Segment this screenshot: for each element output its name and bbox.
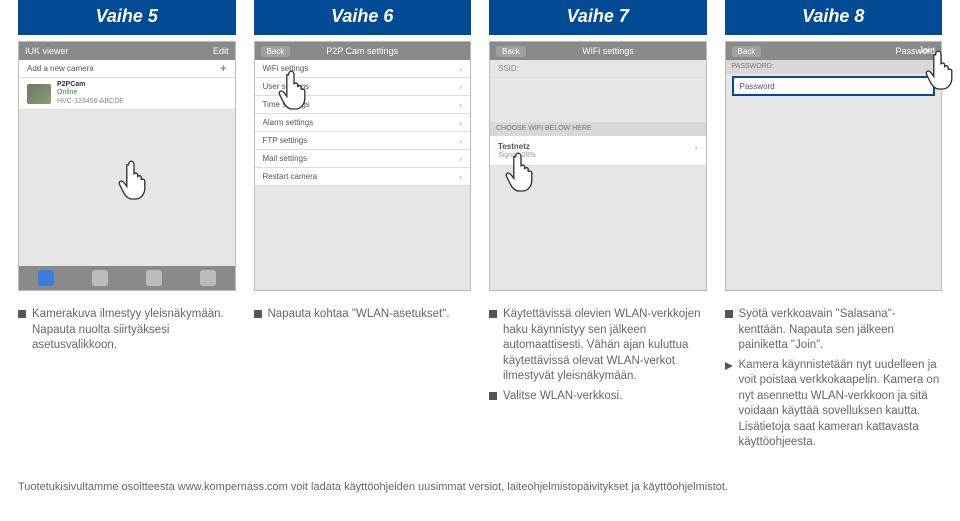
- app-title: IUK viewer: [25, 46, 69, 56]
- chevron-right-icon: ›: [459, 154, 462, 164]
- nav-icon-1[interactable]: [38, 270, 54, 286]
- settings-row-restart[interactable]: Restart camera ›: [255, 168, 471, 186]
- wifi-section-label: CHOOSE WIFI BELOW HERE: [490, 122, 706, 136]
- settings-label: Mail settings: [263, 154, 307, 163]
- bullet-square-icon: [254, 310, 262, 318]
- bullet-text: Syötä verkkoavain "Salasana"-kenttään. N…: [739, 307, 943, 354]
- settings-row-alarm[interactable]: Alarm settings ›: [255, 114, 471, 132]
- wifi-signal: Signal:-28%: [498, 152, 536, 159]
- settings-label: Alarm settings: [263, 118, 314, 127]
- bullet-triangle-icon: [725, 362, 733, 370]
- ssid-row: SSID:: [490, 60, 706, 78]
- wifi-network-name: Testnetz: [498, 142, 530, 152]
- bullet-square-icon: [489, 392, 497, 400]
- chevron-right-icon: ›: [459, 118, 462, 128]
- back-button[interactable]: Back: [732, 46, 762, 57]
- password-placeholder: Password: [740, 82, 775, 91]
- ssid-label: SSID:: [498, 64, 519, 73]
- bullet-text: Kamera käynnistetään nyt uudelleen ja vo…: [739, 358, 943, 451]
- chevron-right-icon: ›: [459, 172, 462, 182]
- step-8-header: Vaihe 8: [725, 0, 943, 35]
- back-button[interactable]: Back: [496, 46, 526, 57]
- password-section-label: PASSWORD:: [726, 60, 942, 74]
- screen-step5: IUK viewer Edit Add a new camera + P2PCa…: [18, 41, 236, 291]
- password-field[interactable]: Password: [732, 76, 936, 96]
- chevron-right-icon: ›: [695, 142, 698, 152]
- bullet-square-icon: [489, 310, 497, 318]
- settings-label: Time settings: [263, 100, 310, 109]
- bullet-text: Napauta kohtaa "WLAN-asetukset".: [268, 307, 450, 323]
- refresh-icon[interactable]: ↻: [690, 45, 699, 58]
- bullet-text: Valitse WLAN-verkkosi.: [503, 389, 622, 405]
- chevron-right-icon: ›: [459, 82, 462, 92]
- bullet-square-icon: [18, 310, 26, 318]
- plus-icon: +: [220, 63, 226, 75]
- screen-title: P2P Cam settings: [326, 46, 398, 56]
- bullet-square-icon: [725, 310, 733, 318]
- add-camera-row[interactable]: Add a new camera +: [19, 60, 235, 78]
- bullet-text: Käytettävissä olevien WLAN-verkkojen hak…: [503, 307, 707, 385]
- edit-button[interactable]: Edit: [213, 46, 229, 56]
- settings-label: Restart camera: [263, 172, 318, 181]
- step-7-header: Vaihe 7: [489, 0, 707, 35]
- screen-title: WiFi settings: [582, 46, 634, 56]
- chevron-right-icon: ›: [459, 64, 462, 74]
- nav-icon-2[interactable]: [92, 270, 108, 286]
- back-button[interactable]: Back: [261, 46, 291, 57]
- chevron-right-icon: ›: [459, 100, 462, 110]
- settings-label: FTP settings: [263, 136, 308, 145]
- join-button[interactable]: Join: [918, 45, 935, 55]
- footer-text: Tuotetukisivultamme osoitteesta www.komp…: [18, 481, 942, 493]
- nav-icon-4[interactable]: [200, 270, 216, 286]
- camera-id: HVC-123456-ABCDE: [57, 98, 124, 106]
- step-6-header: Vaihe 6: [254, 0, 472, 35]
- settings-label: User settings: [263, 82, 310, 91]
- screen-step7: Back WiFi settings ↻ SSID: CHOOSE WIFI B…: [489, 41, 707, 291]
- camera-thumbnail: [27, 84, 51, 104]
- settings-row-wifi[interactable]: WiFi settings ›: [255, 60, 471, 78]
- camera-status: Online: [57, 89, 124, 97]
- screen-step6: Back P2P Cam settings WiFi settings › Use…: [254, 41, 472, 291]
- bullet-text: Kamerakuva ilmestyy yleisnäkymään. Napau…: [32, 307, 236, 354]
- add-camera-label: Add a new camera: [27, 64, 94, 73]
- settings-row-mail[interactable]: Mail settings ›: [255, 150, 471, 168]
- settings-row-user[interactable]: User settings ›: [255, 78, 471, 96]
- wifi-network-row[interactable]: Testnetz › Signal:-28%: [490, 136, 706, 166]
- settings-row-time[interactable]: Time settings ›: [255, 96, 471, 114]
- step-5-header: Vaihe 5: [18, 0, 236, 35]
- bottom-nav: [19, 266, 235, 290]
- settings-row-ftp[interactable]: FTP settings ›: [255, 132, 471, 150]
- screen-step8: Back Password Join PASSWORD: Password: [725, 41, 943, 291]
- settings-label: WiFi settings: [263, 64, 309, 73]
- camera-entry[interactable]: P2PCam Online HVC-123456-ABCDE: [19, 78, 235, 110]
- camera-name: P2PCam: [57, 81, 124, 89]
- nav-icon-3[interactable]: [146, 270, 162, 286]
- chevron-right-icon: ›: [459, 136, 462, 146]
